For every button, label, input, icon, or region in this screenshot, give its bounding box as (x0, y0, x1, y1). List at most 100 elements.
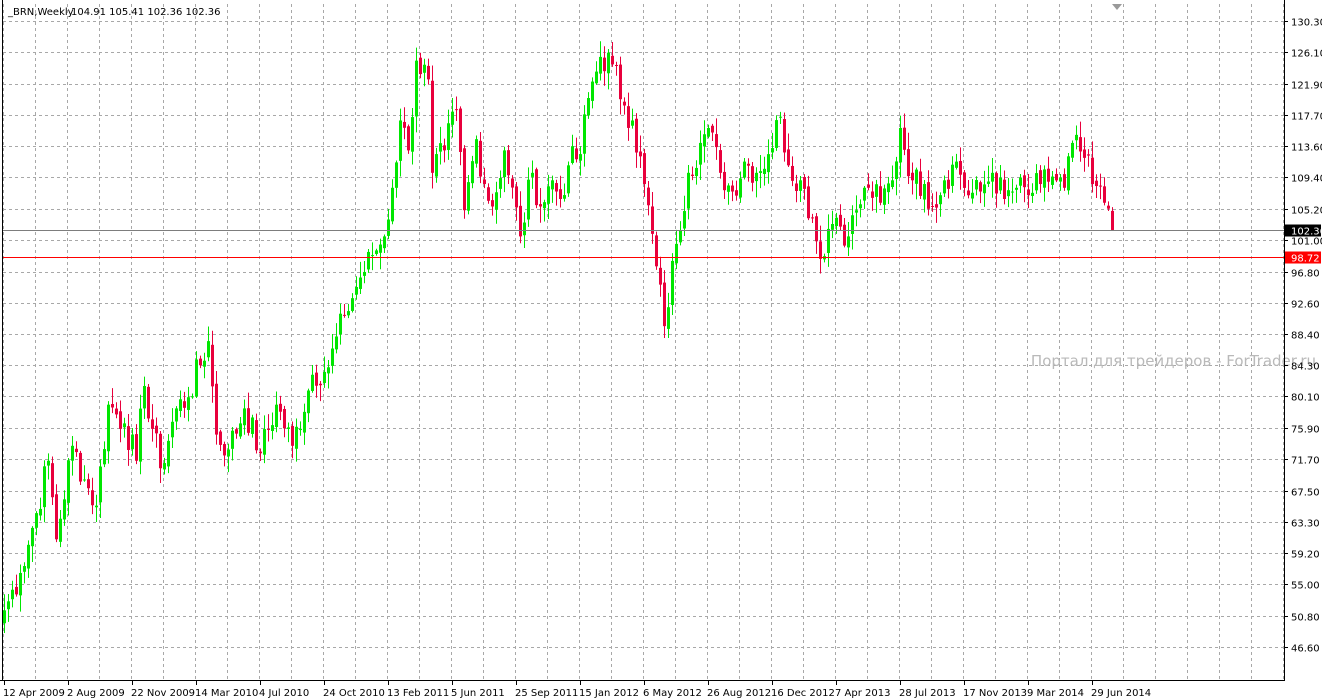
candle (407, 124, 410, 154)
candle-body (763, 168, 766, 174)
candle-body (855, 210, 858, 213)
candle-body (447, 123, 450, 150)
candle-body (1083, 149, 1086, 158)
current-price-tag: 102.36 (1285, 224, 1322, 238)
candle-body (847, 236, 850, 248)
candle-body (295, 426, 298, 449)
candle-body (515, 186, 518, 208)
y-tick-label: 55.00 (1291, 581, 1320, 592)
candle-body (887, 183, 890, 193)
candle-body (311, 374, 314, 391)
candle-body (479, 140, 482, 177)
y-tick-label: 50.80 (1291, 613, 1320, 624)
candle-body (59, 518, 62, 542)
candle-body (783, 119, 786, 153)
candle-body (1055, 173, 1058, 181)
candle-body (371, 255, 374, 257)
x-tick-label: 28 Jul 2013 (899, 688, 956, 699)
candle-body (623, 101, 626, 106)
candle-body (563, 195, 566, 199)
candle-body (439, 143, 442, 152)
candle-body (1007, 190, 1010, 197)
y-tick-label: 59.20 (1291, 550, 1320, 561)
candle-body (299, 428, 302, 431)
candle (475, 135, 478, 168)
candle-body (71, 445, 74, 461)
candle-body (87, 479, 90, 489)
candlestick-chart[interactable]: Портал для трейдеров - ForTrader.ru 130.… (0, 0, 1322, 700)
candle-body (927, 182, 930, 209)
candle-body (895, 161, 898, 180)
candle (775, 115, 778, 151)
x-tick-label: 5 Jun 2011 (451, 688, 505, 699)
candle-body (391, 187, 394, 222)
candle-body (655, 235, 658, 267)
candle-body (7, 601, 10, 610)
candle-body (187, 397, 190, 410)
level-price-tag: 98.72 (1285, 251, 1321, 265)
candle-body (851, 215, 854, 235)
candle-body (555, 183, 558, 192)
candle-body (635, 118, 638, 153)
candle-body (243, 408, 246, 426)
candle-body (519, 205, 522, 237)
candle-body (475, 139, 478, 164)
x-tick-label: 17 Nov 2013 (963, 688, 1027, 699)
x-tick-label: 14 Mar 2010 (195, 688, 258, 699)
candle-body (543, 202, 546, 209)
candle-body (575, 148, 578, 160)
candle-body (423, 64, 426, 73)
candle-body (767, 154, 770, 173)
candle-body (747, 163, 750, 166)
y-tick-label: 84.30 (1291, 362, 1320, 373)
candle-body (523, 222, 526, 236)
y-tick-label: 105.20 (1291, 206, 1322, 217)
candle-body (723, 171, 726, 191)
candle-body (771, 148, 774, 153)
candle-body (407, 126, 410, 151)
y-tick-label: 109.40 (1291, 174, 1322, 185)
candle-body (235, 429, 238, 434)
current-price-tag-label: 102.36 (1291, 227, 1322, 238)
candle-body (259, 451, 262, 454)
candle-body (531, 172, 534, 177)
candle-body (1011, 191, 1014, 193)
candle-body (651, 206, 654, 234)
candle-body (115, 408, 118, 415)
candle-body (751, 166, 754, 183)
candle-body (1087, 154, 1090, 156)
candle-body (843, 224, 846, 246)
candle-body (227, 449, 230, 457)
candle-body (603, 57, 606, 72)
candle-body (171, 421, 174, 438)
candle-body (263, 429, 266, 455)
candle-body (727, 185, 730, 192)
candle-body (483, 179, 486, 185)
candle-body (151, 419, 154, 429)
candle-body (1039, 170, 1042, 185)
candle-body (995, 173, 998, 194)
candle-body (79, 452, 82, 482)
candle-body (51, 463, 54, 498)
candle (367, 249, 370, 273)
candle-body (591, 81, 594, 101)
candle-body (879, 186, 882, 203)
candle-body (735, 190, 738, 196)
y-tick-label: 121.90 (1291, 81, 1322, 92)
candle-body (503, 150, 506, 178)
candle-body (663, 282, 666, 327)
candle-body (1027, 189, 1030, 196)
candle-body (231, 430, 234, 449)
candle-body (167, 440, 170, 467)
candle-body (527, 179, 530, 220)
candle-body (367, 251, 370, 270)
candle-body (675, 243, 678, 264)
candle-body (31, 527, 34, 547)
candle-body (55, 494, 58, 540)
y-tick-label: 75.90 (1291, 425, 1320, 436)
candle-body (375, 250, 378, 254)
candle-body (511, 178, 514, 188)
candle-body (667, 307, 670, 329)
candle-body (395, 162, 398, 188)
candle-body (539, 204, 542, 207)
